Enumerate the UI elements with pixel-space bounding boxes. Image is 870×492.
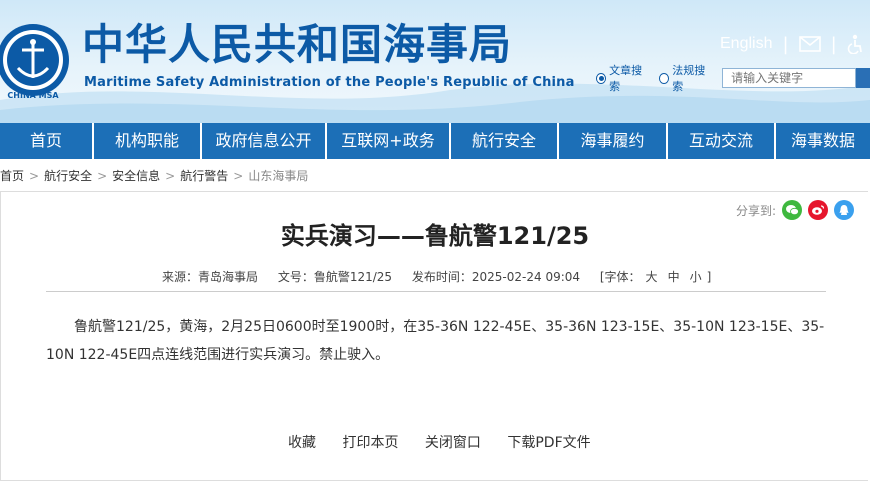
breadcrumb-home[interactable]: 首页: [0, 169, 24, 183]
site-header: CHINA MSA 中华人民共和国海事局 Maritime Safety Adm…: [0, 0, 870, 123]
radio-label: 法规搜索: [672, 64, 706, 93]
radio-law-search[interactable]: 法规搜索: [659, 62, 712, 94]
breadcrumb-current: 山东海事局: [248, 169, 309, 183]
meta-divider: [46, 291, 826, 292]
article-title: 实兵演习——鲁航警121/25: [280, 222, 590, 250]
nav-item-functions[interactable]: 机构职能: [94, 123, 202, 159]
font-size-large[interactable]: 大: [646, 270, 658, 284]
english-link[interactable]: English: [720, 35, 772, 53]
favorite-button[interactable]: 收藏: [288, 435, 316, 451]
article-meta: 来源：青岛海事局 文号：鲁航警121/25 发布时间：2025-02-24 09…: [162, 268, 727, 285]
search-input[interactable]: [722, 68, 857, 88]
nav-item-gov-info[interactable]: 政府信息公开: [202, 123, 327, 159]
separator: |: [830, 33, 837, 55]
breadcrumb-sep: >: [97, 169, 108, 183]
search-button[interactable]: [856, 68, 870, 88]
radio-dot: [659, 72, 670, 84]
china-msa-logo[interactable]: CHINA MSA: [0, 18, 74, 102]
close-window-button[interactable]: 关闭窗口: [425, 435, 481, 451]
font-size-close: ]: [706, 270, 712, 284]
font-size-small[interactable]: 小: [690, 270, 702, 284]
nav-item-data[interactable]: 海事数据: [776, 123, 870, 159]
download-pdf-button[interactable]: 下载PDF文件: [507, 435, 590, 451]
top-links: English | |: [720, 32, 863, 56]
font-size-control: [字体： 大中小]: [600, 270, 711, 284]
font-size-medium[interactable]: 中: [668, 270, 680, 284]
radio-label: 文章搜索: [609, 64, 643, 93]
mail-icon[interactable]: [798, 36, 821, 52]
font-size-label: [字体：: [599, 270, 641, 284]
nav-item-compliance[interactable]: 海事履约: [559, 123, 668, 159]
breadcrumb-safety-info[interactable]: 安全信息: [112, 169, 160, 183]
breadcrumb: 首页 > 航行安全 > 安全信息 > 航行警告 > 山东海事局: [0, 167, 308, 185]
radio-article-search[interactable]: 文章搜索: [596, 62, 649, 94]
site-title-en: Maritime Safety Administration of the Pe…: [84, 75, 575, 90]
accessibility-icon[interactable]: [847, 34, 863, 54]
separator: |: [782, 33, 789, 55]
nav-item-home[interactable]: 首页: [0, 123, 94, 159]
print-button[interactable]: 打印本页: [342, 435, 398, 451]
breadcrumb-sep: >: [29, 169, 40, 183]
nav-item-internet-gov[interactable]: 互联网+政务: [327, 123, 451, 159]
article-publish-time: 发布时间：2025-02-24 09:04: [411, 270, 581, 284]
article-doc-no: 文号：鲁航警121/25: [277, 270, 393, 284]
article-source: 来源：青岛海事局: [162, 270, 259, 284]
search-bar: 文章搜索 法规搜索: [596, 64, 870, 93]
breadcrumb-sep: >: [233, 169, 244, 183]
article-body: 鲁航警121/25，黄海，2月25日0600时至1900时，在35-36N 12…: [46, 319, 825, 363]
nav-item-interaction[interactable]: 互动交流: [668, 123, 776, 159]
main-nav: 首页 机构职能 政府信息公开 互联网+政务 航行安全 海事履约 互动交流 海事数…: [0, 123, 870, 159]
nav-item-nav-safety[interactable]: 航行安全: [451, 123, 559, 159]
radio-dot: [596, 72, 607, 84]
breadcrumb-sep: >: [165, 169, 176, 183]
breadcrumb-nav-safety[interactable]: 航行安全: [44, 169, 92, 183]
breadcrumb-nav-warning[interactable]: 航行警告: [180, 169, 228, 183]
article-actions: 收藏 打印本页 关闭窗口 下载PDF文件: [288, 432, 613, 452]
site-title-cn[interactable]: 中华人民共和国海事局: [82, 18, 512, 72]
logo-text: CHINA MSA: [7, 91, 59, 100]
